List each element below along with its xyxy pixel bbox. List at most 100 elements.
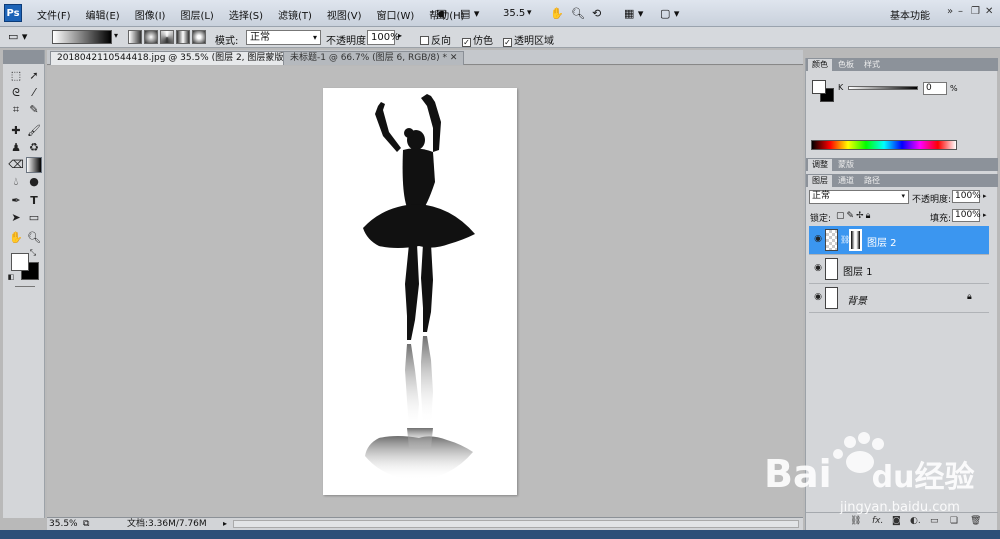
- healing-brush-tool-icon[interactable]: ✚: [8, 123, 24, 139]
- transparency-option[interactable]: ✓ 透明区域: [503, 32, 554, 47]
- group-icon[interactable]: ▭: [930, 516, 939, 526]
- close-tab-icon[interactable]: ✕: [450, 53, 458, 63]
- menu-select[interactable]: 选择(S): [229, 7, 263, 22]
- diamond-gradient-button[interactable]: [192, 30, 206, 44]
- dither-checkbox[interactable]: ✓: [462, 38, 471, 47]
- marquee-tool-icon[interactable]: ⬚: [8, 68, 24, 84]
- opacity-arrow-icon[interactable]: ▸: [398, 31, 402, 40]
- swap-colors-icon[interactable]: ⤡: [28, 248, 38, 258]
- close-icon[interactable]: ✕: [985, 6, 993, 17]
- opacity-input[interactable]: 100%: [367, 30, 400, 45]
- rotate-view-icon[interactable]: ⟲: [592, 5, 601, 22]
- tab-paths[interactable]: 路径: [860, 175, 884, 187]
- tab-document-1[interactable]: 2018042110544418.jpg @ 35.5% (图层 2, 图层蒙版…: [50, 51, 321, 65]
- color-spectrum-bar[interactable]: [811, 140, 957, 150]
- reverse-checkbox[interactable]: [420, 36, 429, 45]
- horizontal-scrollbar[interactable]: [233, 520, 799, 528]
- new-layer-icon[interactable]: ❏: [950, 516, 958, 526]
- eye-icon[interactable]: ◉: [812, 263, 824, 275]
- reverse-option[interactable]: 反向: [420, 32, 451, 47]
- radial-gradient-button[interactable]: [144, 30, 158, 44]
- tab-adjustments[interactable]: 调整: [808, 159, 832, 171]
- menu-filter[interactable]: 滤镜(T): [278, 7, 312, 22]
- menu-layer[interactable]: 图层(L): [180, 7, 213, 22]
- workspace-switcher[interactable]: 基本功能: [890, 7, 930, 22]
- zoom-tool-icon[interactable]: 🔍︎: [26, 230, 42, 246]
- adjustment-layer-icon[interactable]: ◐.: [910, 516, 921, 526]
- pen-tool-icon[interactable]: ✒: [8, 193, 24, 209]
- angle-gradient-button[interactable]: [160, 30, 174, 44]
- zoom-dropdown-icon[interactable]: ▾: [527, 5, 532, 22]
- crop-tool-icon[interactable]: ⌗: [8, 102, 24, 118]
- menu-image[interactable]: 图像(I): [135, 7, 166, 22]
- restore-icon[interactable]: ❐: [971, 6, 980, 17]
- layer-row-layer1[interactable]: ◉ 图层 1: [809, 255, 989, 284]
- tool-preset-icon[interactable]: ▭ ▾: [8, 30, 27, 43]
- mode-select[interactable]: 正常 ▾: [246, 30, 321, 45]
- path-selection-tool-icon[interactable]: ➤: [8, 210, 24, 226]
- brush-tool-icon[interactable]: 🖌︎: [26, 123, 42, 139]
- tab-channels[interactable]: 通道: [834, 175, 858, 187]
- document-canvas[interactable]: [323, 88, 517, 495]
- tab-swatches[interactable]: 色板: [834, 59, 858, 71]
- layer-row-background[interactable]: ◉ 背景 🔒︎: [809, 284, 989, 313]
- layer-mask-thumbnail[interactable]: [849, 229, 862, 251]
- hand-tool-icon[interactable]: ✋: [8, 230, 24, 246]
- gradient-tool-icon[interactable]: [26, 157, 42, 173]
- dither-option[interactable]: ✓ 仿色: [462, 32, 493, 47]
- trash-icon[interactable]: 🗑︎: [970, 516, 981, 526]
- menu-window[interactable]: 窗口(W): [377, 7, 415, 22]
- layer-name[interactable]: 背景: [847, 292, 867, 307]
- tab-color[interactable]: 颜色: [808, 59, 832, 71]
- canvas-area[interactable]: [47, 66, 803, 517]
- zoom-level-field[interactable]: 35.5: [503, 5, 525, 22]
- layer-row-layer2[interactable]: ◉ ⛓ 图层 2: [809, 226, 989, 255]
- eraser-tool-icon[interactable]: ⌫: [8, 157, 24, 173]
- link-layers-icon[interactable]: ⛓: [850, 516, 861, 526]
- zoom-tool-icon[interactable]: 🔍︎: [571, 5, 585, 22]
- clone-stamp-tool-icon[interactable]: ♟: [8, 140, 24, 156]
- gradient-dropdown-icon[interactable]: ▾: [114, 31, 118, 40]
- shape-tool-icon[interactable]: ▭: [26, 210, 42, 226]
- layer-style-icon[interactable]: fx.: [872, 516, 883, 526]
- k-slider[interactable]: [848, 86, 918, 90]
- fill-input[interactable]: 100%: [952, 209, 981, 222]
- type-tool-icon[interactable]: T: [26, 193, 42, 209]
- layer-opacity-input[interactable]: 100%: [952, 190, 981, 203]
- magic-wand-tool-icon[interactable]: ⁄: [26, 85, 42, 101]
- add-mask-icon[interactable]: ◙: [892, 516, 901, 526]
- history-brush-tool-icon[interactable]: ♻: [26, 140, 42, 156]
- toolbox-header[interactable]: [3, 50, 44, 64]
- eyedropper-tool-icon[interactable]: ✎: [26, 102, 42, 118]
- layer-name[interactable]: 图层 1: [843, 263, 873, 278]
- layer-name[interactable]: 图层 2: [867, 234, 897, 249]
- blur-tool-icon[interactable]: 💧︎: [8, 174, 24, 190]
- arrange-documents-icon[interactable]: ▦ ▾: [624, 5, 643, 22]
- minimize-icon[interactable]: –: [958, 6, 963, 17]
- tab-document-2[interactable]: 未标题-1 @ 66.7% (图层 6, RGB/8) * ✕: [283, 51, 465, 65]
- foreground-color-swatch[interactable]: [11, 253, 29, 271]
- eye-icon[interactable]: ◉: [812, 234, 824, 246]
- mini-bridge-icon[interactable]: ▤ ▾: [460, 5, 479, 22]
- status-zoom[interactable]: 35.5%: [49, 518, 78, 530]
- blend-mode-select[interactable]: 正常 ▾: [809, 190, 909, 204]
- gradient-picker[interactable]: [52, 30, 112, 44]
- menu-file[interactable]: 文件(F): [37, 7, 71, 22]
- lasso-tool-icon[interactable]: ᘓ: [8, 85, 24, 101]
- layer-opacity-arrow-icon[interactable]: ▸: [983, 192, 987, 200]
- tab-masks[interactable]: 蒙版: [834, 159, 858, 171]
- status-info-icon[interactable]: ⧉: [83, 518, 89, 530]
- tab-layers[interactable]: 图层: [808, 175, 832, 187]
- screen-mode-icon[interactable]: ▢ ▾: [660, 5, 679, 22]
- k-value-input[interactable]: 0: [923, 82, 947, 95]
- status-menu-arrow-icon[interactable]: ▸: [223, 518, 227, 530]
- color-panel-foreground[interactable]: [812, 80, 826, 94]
- linear-gradient-button[interactable]: [128, 30, 142, 44]
- move-tool-icon[interactable]: ➚: [26, 68, 42, 84]
- tab-styles[interactable]: 样式: [860, 59, 884, 71]
- reflected-gradient-button[interactable]: [176, 30, 190, 44]
- menu-view[interactable]: 视图(V): [327, 7, 362, 22]
- bridge-icon[interactable]: ▣: [436, 5, 446, 22]
- default-colors-icon[interactable]: ◧: [6, 272, 16, 282]
- eye-icon[interactable]: ◉: [812, 292, 824, 304]
